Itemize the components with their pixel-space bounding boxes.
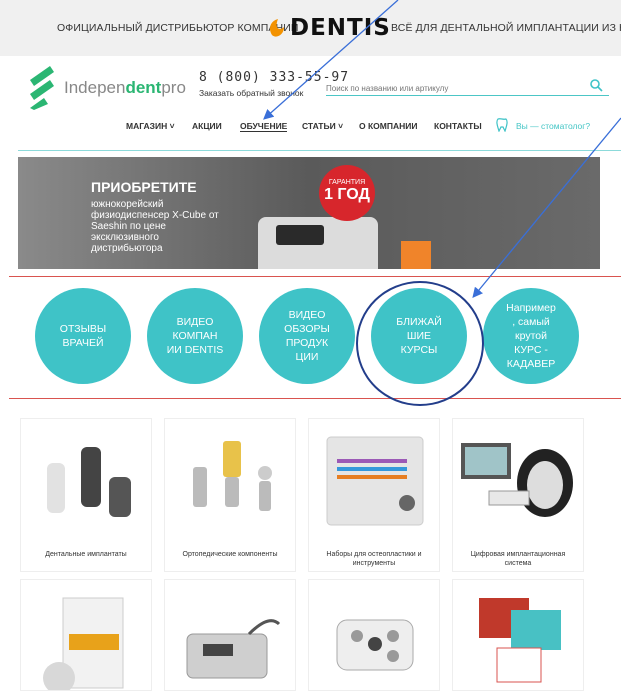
top-bar: ОФИЦИАЛЬНЫЙ ДИСТРИБЬЮТОР КОМПАНИИ DENTIS… <box>0 0 621 56</box>
gift-icon <box>401 241 431 269</box>
nav-contacts[interactable]: КОНТАКТЫ <box>434 121 482 131</box>
distributor-text: ОФИЦИАЛЬНЫЙ ДИСТРИБЬЮТОР КОМПАНИИ <box>57 22 299 34</box>
product-card-prosthetics[interactable]: Ортопедические компоненты <box>164 418 296 572</box>
main-nav: МАГАЗИН ˅ АКЦИИ ОБУЧЕНИЕ СТАТЬИ ˅ О КОМП… <box>0 118 621 135</box>
nav-articles[interactable]: СТАТЬИ ˅ <box>302 121 343 131</box>
circle-dentis-video[interactable]: ВИДЕО КОМПАН ИИ DENTIS <box>147 288 243 384</box>
circle-product-reviews[interactable]: ВИДЕО ОБЗОРЫ ПРОДУК ЦИИ <box>259 288 355 384</box>
membranes-image <box>479 598 561 683</box>
dentis-mark-icon <box>270 19 284 37</box>
product-caption-implants: Дентальные имплантаты <box>45 551 127 558</box>
tagline-text: ВСЁ ДЛЯ ДЕНТАЛЬНОЙ ИМПЛАНТАЦИИ ИЗ ЮЖНОЙ <box>391 22 621 34</box>
highlight-ring <box>356 281 484 406</box>
nav-promos[interactable]: АКЦИИ <box>192 121 222 131</box>
scanner-image <box>461 443 573 517</box>
logo-stripes-icon <box>30 66 54 110</box>
implants-image <box>47 447 131 517</box>
ovis-bone-image <box>43 597 124 690</box>
product-card-physio[interactable] <box>164 579 296 691</box>
warranty-badge: ГАРАНТИЯ 1 ГОД <box>319 165 375 221</box>
product-card-lamp[interactable] <box>308 579 440 691</box>
product-caption-prosthetics: Ортопедические компоненты <box>182 551 278 558</box>
dental-lamp-image <box>336 619 414 671</box>
product-card-bone[interactable] <box>20 579 152 691</box>
abutments-image <box>193 441 272 511</box>
site-logo[interactable]: Independentpro <box>28 66 186 110</box>
tooth-icon <box>496 118 508 132</box>
product-caption-osteoplasty: Наборы для остеопластики и инструменты <box>326 551 422 567</box>
banner-heading: ПРИОБРЕТИТЕ <box>91 179 197 195</box>
nav-about[interactable]: О КОМПАНИИ <box>359 121 417 131</box>
product-card-digital[interactable]: Цифровая имплантационная система <box>452 418 584 572</box>
red-divider-top <box>9 276 621 277</box>
promo-banner[interactable]: ПРИОБРЕТИТЕ южнокорейский физиодиспенсер… <box>18 157 600 269</box>
callback-link[interactable]: Заказать обратный звонок <box>199 88 303 98</box>
badge-small-text: ГАРАНТИЯ <box>328 179 366 186</box>
nav-shop[interactable]: МАГАЗИН ˅ <box>126 121 175 131</box>
dentis-wordmark: DENTIS <box>290 15 391 41</box>
device-screen <box>276 225 324 245</box>
product-caption-digital: Цифровая имплантационная система <box>470 551 566 567</box>
product-card-implants[interactable]: Дентальные имплантаты <box>20 418 152 572</box>
product-card-membranes[interactable] <box>452 579 584 691</box>
banner-subtext: южнокорейский физиодиспенсер X-Cube от S… <box>91 199 219 254</box>
search-bar[interactable] <box>326 78 609 96</box>
logo-wordmark: Independentpro <box>64 78 186 97</box>
nav-training[interactable]: ОБУЧЕНИЕ <box>240 121 288 132</box>
badge-big-text: 1 ГОД <box>324 186 370 203</box>
dentist-link[interactable]: Вы — стоматолог? <box>516 121 590 131</box>
search-icon[interactable] <box>589 78 603 92</box>
physiodispenser-image <box>186 619 281 679</box>
red-divider-bottom <box>9 398 621 399</box>
header-divider <box>18 150 621 151</box>
dentis-logo[interactable]: DENTIS <box>266 15 391 41</box>
search-input[interactable] <box>326 82 576 95</box>
product-card-osteoplasty[interactable]: Наборы для остеопластики и инструменты <box>308 418 440 572</box>
circle-reviews[interactable]: ОТЗЫВЫ ВРАЧЕЙ <box>35 288 131 384</box>
instrument-kit-image <box>326 436 424 526</box>
circle-cadaver-course[interactable]: Например , самый крутой КУРС - КАДАВЕР <box>483 288 579 384</box>
